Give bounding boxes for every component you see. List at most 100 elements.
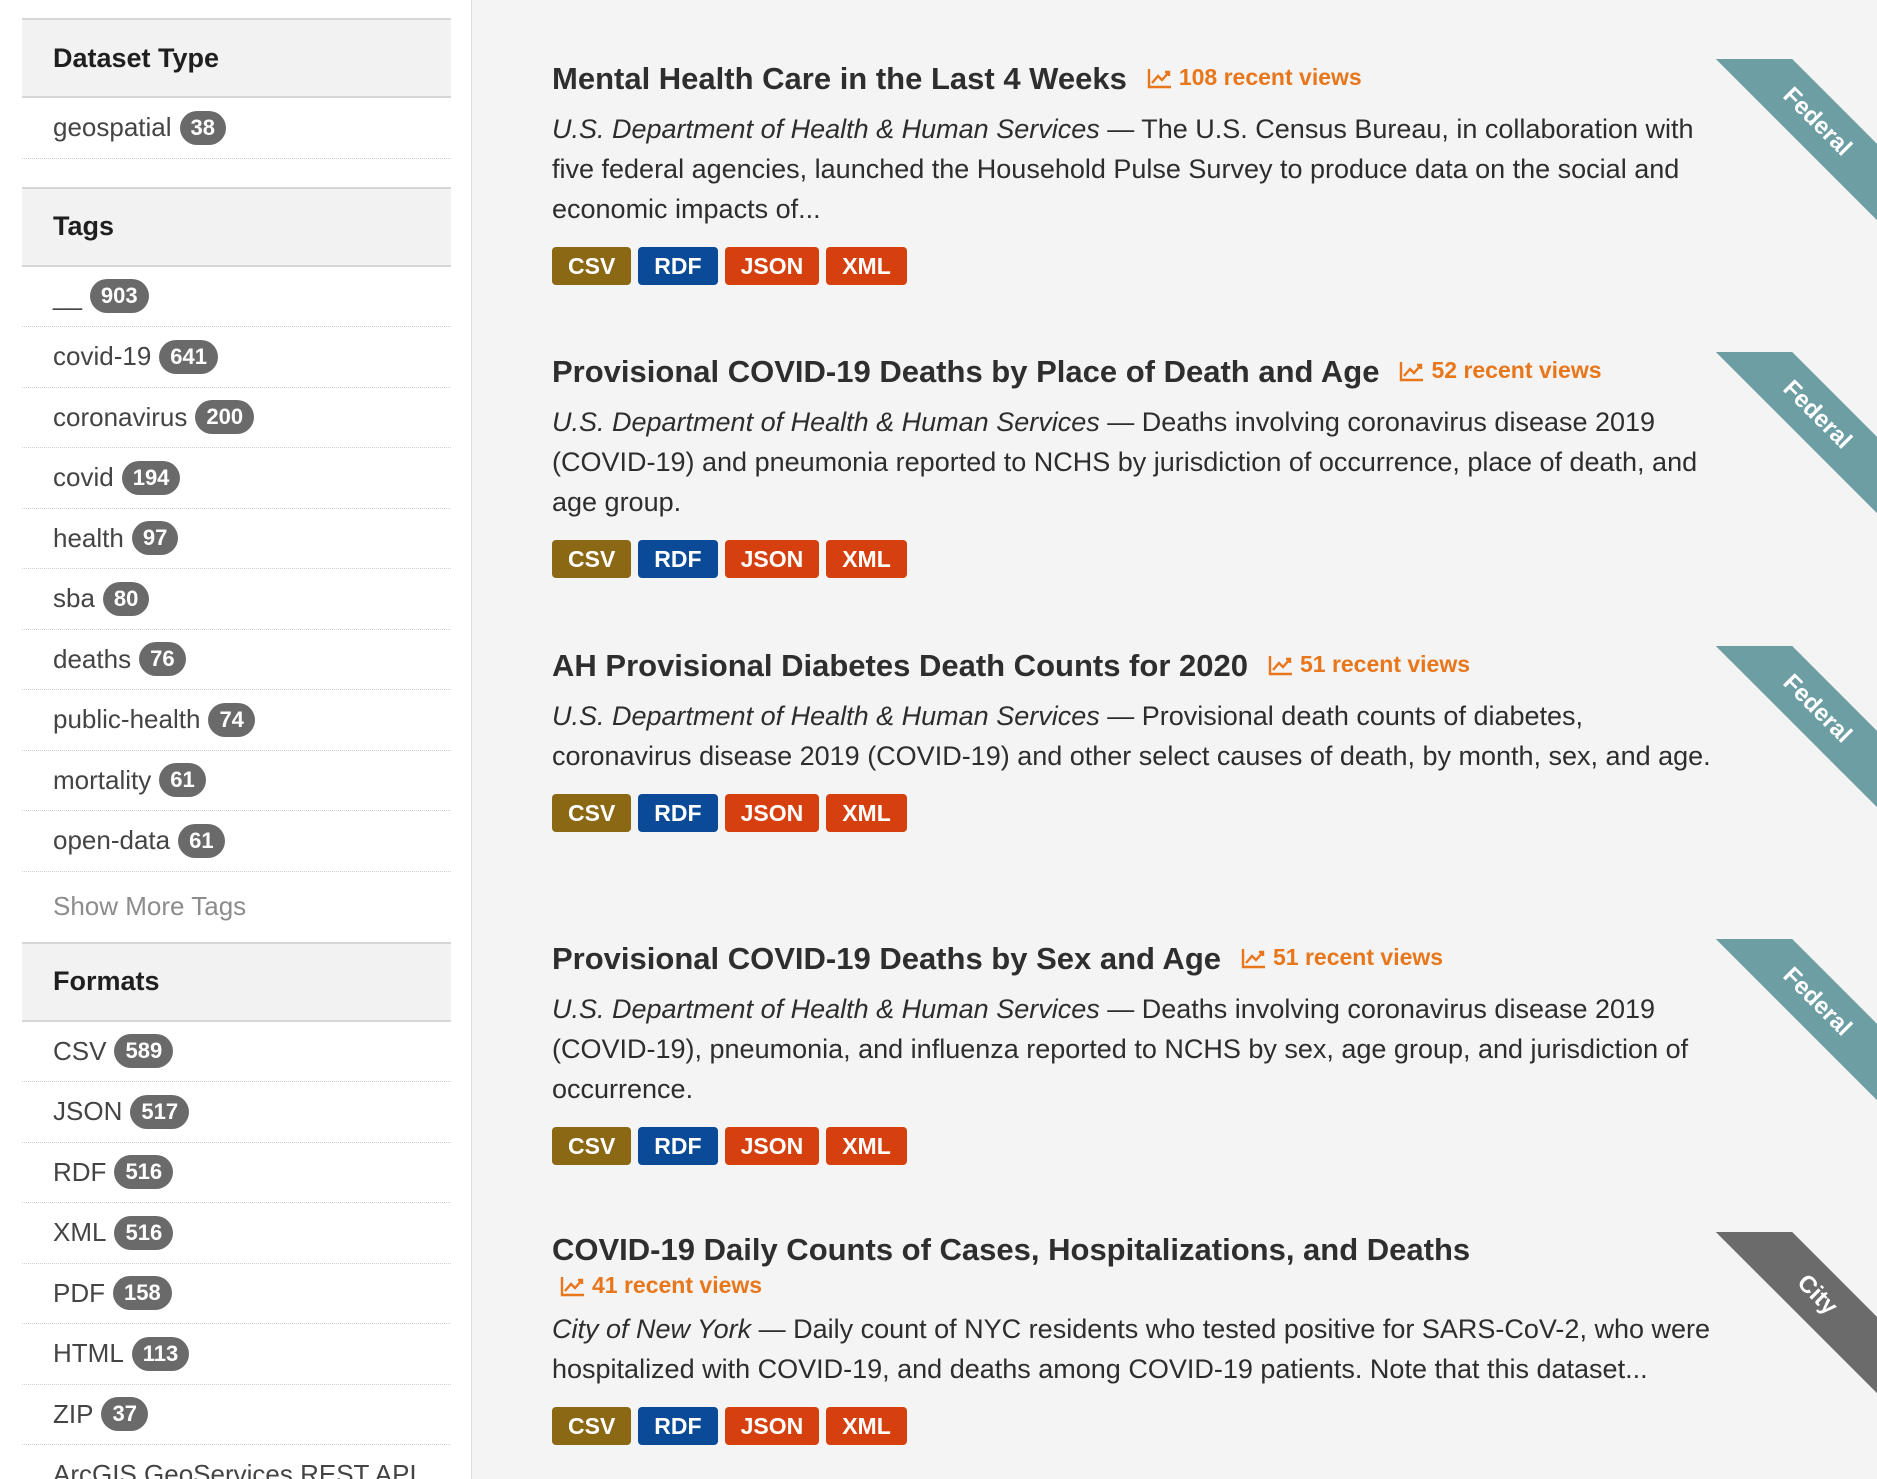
facet-item-format[interactable]: ArcGIS GeoServices REST API [22, 1445, 451, 1479]
dataset-description: U.S. Department of Health & Human Servic… [552, 402, 1722, 522]
facet-heading-dataset-type: Dataset Type [22, 18, 451, 98]
format-rdf-label[interactable]: RDF [638, 1126, 718, 1165]
count-badge: 74 [208, 702, 255, 737]
format-csv-label[interactable]: CSV [552, 539, 632, 578]
facet-item-label: covid-19 [53, 341, 152, 372]
dataset-title-link[interactable]: Provisional COVID-19 Deaths by Sex and A… [552, 939, 1221, 979]
facet-item-geospatial[interactable]: geospatial 38 [22, 98, 451, 159]
format-rdf-label[interactable]: RDF [638, 1407, 718, 1445]
facet-item-label: PDF [53, 1277, 105, 1308]
facet-item-label: geospatial [53, 112, 172, 143]
ribbon-label: Federal [1715, 939, 1877, 1106]
dataset-description: U.S. Department of Health & Human Servic… [552, 696, 1722, 776]
facet-item-format[interactable]: HTML 113 [22, 1324, 451, 1385]
trend-chart-icon [1400, 361, 1424, 381]
facet-item-tag[interactable]: covid-19 641 [22, 327, 451, 388]
ribbon-label: Federal [1715, 646, 1877, 813]
format-xml-label[interactable]: XML [826, 539, 907, 578]
separator: — [1099, 406, 1142, 437]
format-json-label[interactable]: JSON [724, 1126, 820, 1165]
facet-item-label: public-health [53, 704, 201, 735]
facet-item-tag[interactable]: covid 194 [22, 448, 451, 509]
facet-item-tag[interactable]: mortality 61 [22, 751, 451, 811]
dataset-title-link[interactable]: AH Provisional Diabetes Death Counts for… [552, 646, 1248, 686]
facet-item-tag[interactable]: sba 80 [22, 569, 451, 630]
facet-item-label: __ [53, 280, 82, 311]
facet-item-label: ArcGIS GeoServices REST API [53, 1459, 417, 1479]
ribbon-label: Federal [1715, 59, 1877, 226]
format-csv-label[interactable]: CSV [552, 1126, 632, 1165]
format-xml-label[interactable]: XML [826, 1126, 907, 1165]
facet-item-format[interactable]: ZIP 37 [22, 1385, 451, 1445]
format-labels: CSV RDF JSON XML [552, 1407, 1797, 1445]
dataset-item: Federal Provisional COVID-19 Deaths by P… [552, 349, 1877, 578]
count-badge: 516 [114, 1215, 174, 1250]
count-badge: 113 [131, 1336, 190, 1371]
format-json-label[interactable]: JSON [724, 246, 820, 285]
ribbon-federal: Federal [1715, 59, 1877, 229]
format-csv-label[interactable]: CSV [552, 793, 632, 832]
facet-item-label: XML [53, 1217, 107, 1248]
count-badge: 517 [130, 1094, 190, 1129]
dataset-description: U.S. Department of Health & Human Servic… [552, 989, 1722, 1109]
facet-item-format[interactable]: CSV 589 [22, 1022, 451, 1082]
ribbon-label: City [1715, 1232, 1877, 1399]
facet-item-format[interactable]: XML 516 [22, 1203, 451, 1264]
facet-item-label: open-data [53, 825, 171, 856]
dataset-title-link[interactable]: Provisional COVID-19 Deaths by Place of … [552, 352, 1379, 392]
format-xml-label[interactable]: XML [826, 793, 907, 832]
count-badge: 516 [114, 1155, 174, 1190]
count-badge: 158 [113, 1276, 172, 1311]
format-rdf-label[interactable]: RDF [638, 246, 718, 285]
recent-views: 51 recent views [1241, 944, 1443, 971]
recent-views: 51 recent views [1268, 651, 1470, 678]
facet-item-tag[interactable]: __ 903 [22, 267, 451, 327]
facet-item-format[interactable]: RDF 516 [22, 1143, 451, 1203]
facet-item-label: coronavirus [53, 401, 188, 432]
dataset-type-list: geospatial 38 [22, 98, 451, 159]
format-json-label[interactable]: JSON [724, 539, 820, 578]
ribbon-federal: Federal [1715, 352, 1877, 522]
dataset-organization: U.S. Department of Health & Human Servic… [552, 700, 1100, 731]
trend-chart-icon [1268, 655, 1292, 675]
format-rdf-label[interactable]: RDF [638, 539, 718, 578]
format-xml-label[interactable]: XML [826, 246, 907, 285]
ribbon-city: City [1715, 1232, 1877, 1402]
facet-item-format[interactable]: PDF 158 [22, 1264, 451, 1324]
dataset-title-link[interactable]: Mental Health Care in the Last 4 Weeks [552, 59, 1127, 99]
facet-item-format[interactable]: JSON 517 [22, 1082, 451, 1143]
count-badge: 37 [101, 1397, 148, 1432]
format-csv-label[interactable]: CSV [552, 1407, 632, 1445]
format-json-label[interactable]: JSON [724, 793, 820, 832]
count-badge: 641 [159, 339, 218, 374]
recent-views: 108 recent views [1147, 64, 1362, 91]
facet-item-tag[interactable]: health 97 [22, 509, 451, 569]
count-badge: 97 [131, 521, 179, 556]
recent-views: 41 recent views [552, 1272, 1797, 1299]
ribbon-label: Federal [1715, 352, 1877, 519]
format-labels: CSV RDF JSON XML [552, 1126, 1797, 1165]
dataset-item: Federal Mental Health Care in the Last 4… [552, 56, 1877, 285]
count-badge: 194 [121, 460, 181, 495]
dataset-item: Federal Provisional COVID-19 Deaths by S… [552, 936, 1877, 1165]
show-more-tags-link[interactable]: Show More Tags [22, 872, 451, 942]
format-csv-label[interactable]: CSV [552, 246, 632, 285]
facet-item-tag[interactable]: public-health 74 [22, 690, 451, 751]
facet-item-tag[interactable]: deaths 76 [22, 630, 451, 690]
facet-item-label: health [53, 522, 124, 553]
dataset-title-link[interactable]: COVID-19 Daily Counts of Cases, Hospital… [552, 1230, 1470, 1270]
facet-item-label: sba [53, 583, 95, 614]
separator: — [1099, 993, 1142, 1024]
dataset-results: Federal Mental Health Care in the Last 4… [473, 0, 1877, 1479]
count-badge: 589 [114, 1034, 174, 1069]
facet-item-tag[interactable]: open-data 61 [22, 811, 451, 872]
facet-item-tag[interactable]: coronavirus 200 [22, 388, 451, 448]
tags-list: __ 903 covid-19 641 coronavirus 200 covi… [22, 267, 451, 872]
dataset-description: City of New York — Daily count of NYC re… [552, 1309, 1722, 1389]
format-rdf-label[interactable]: RDF [638, 793, 718, 832]
dataset-organization: U.S. Department of Health & Human Servic… [552, 113, 1100, 144]
facet-item-label: covid [53, 462, 114, 493]
format-xml-label[interactable]: XML [826, 1407, 907, 1445]
facet-sidebar: Dataset Type geospatial 38 Tags __ 903 c… [0, 0, 472, 1479]
format-json-label[interactable]: JSON [724, 1407, 820, 1445]
